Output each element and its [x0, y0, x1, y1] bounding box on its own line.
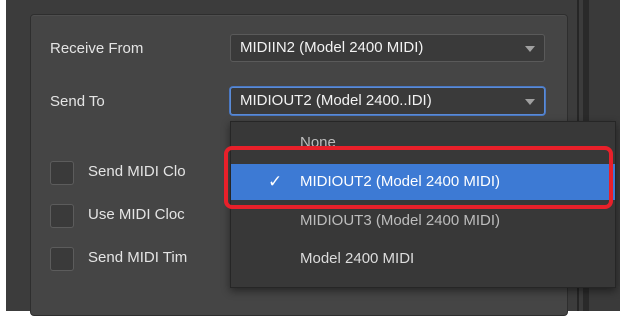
chevron-down-icon: [525, 99, 535, 105]
dropdown-option-label: MIDIOUT2 (Model 2400 MIDI): [300, 173, 501, 190]
send-midi-clock-label: Send MIDI Clo: [88, 163, 186, 180]
checkmark-icon: ✓: [268, 172, 283, 191]
send-to-label: Send To: [50, 93, 105, 110]
send-midi-timecode-label: Send MIDI Tim: [88, 249, 188, 266]
send-midi-clock-checkbox[interactable]: [50, 161, 74, 185]
use-midi-clock-checkbox[interactable]: [50, 204, 74, 228]
receive-from-select[interactable]: MIDIIN2 (Model 2400 MIDI): [230, 34, 545, 62]
dropdown-option-label: None: [300, 134, 336, 151]
send-to-value: MIDIOUT2 (Model 2400..IDI): [240, 92, 432, 109]
dropdown-option-label: MIDIOUT3 (Model 2400 MIDI): [300, 212, 501, 229]
dropdown-option-none[interactable]: None: [231, 128, 615, 158]
send-to-dropdown-menu: None ✓ MIDIOUT2 (Model 2400 MIDI) MIDIOU…: [230, 121, 616, 288]
dropdown-option-midiout3[interactable]: MIDIOUT3 (Model 2400 MIDI): [231, 206, 615, 236]
send-to-select[interactable]: MIDIOUT2 (Model 2400..IDI): [230, 87, 545, 115]
receive-from-label: Receive From: [50, 40, 144, 57]
use-midi-clock-label: Use MIDI Cloc: [88, 206, 185, 223]
chevron-down-icon: [525, 46, 535, 52]
send-midi-timecode-checkbox[interactable]: [50, 247, 74, 271]
dropdown-option-label: Model 2400 MIDI: [300, 250, 415, 267]
dropdown-option-model-2400-midi[interactable]: Model 2400 MIDI: [231, 244, 615, 274]
dropdown-option-midiout2[interactable]: ✓ MIDIOUT2 (Model 2400 MIDI): [231, 164, 615, 200]
receive-from-value: MIDIIN2 (Model 2400 MIDI): [240, 39, 424, 56]
